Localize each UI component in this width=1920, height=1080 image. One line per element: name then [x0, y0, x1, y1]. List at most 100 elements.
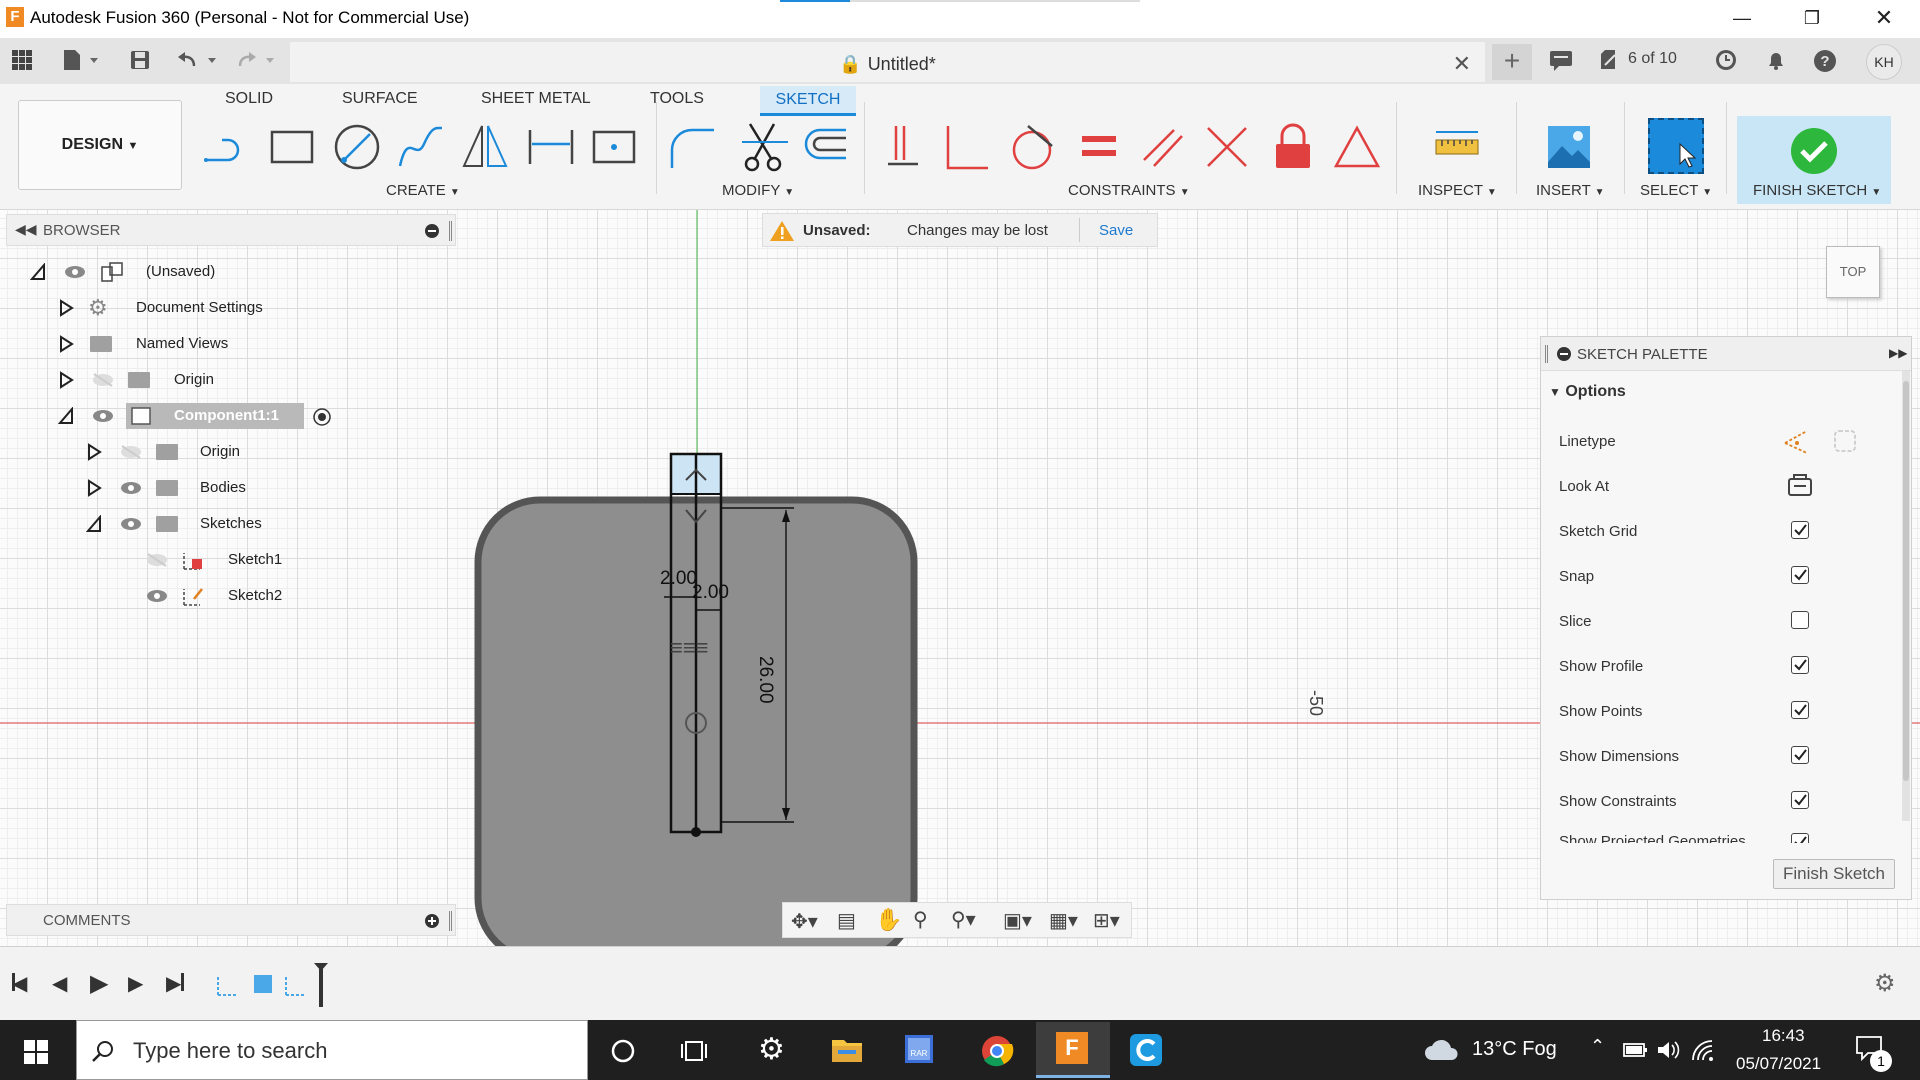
close-window-icon[interactable]: ✕ [1864, 4, 1904, 32]
offset-tool-icon[interactable] [800, 122, 850, 172]
sketch-grid-checkbox[interactable] [1791, 521, 1809, 539]
tab-sketch[interactable]: SKETCH [760, 86, 856, 116]
pan-hand-icon[interactable]: ✋ [875, 907, 902, 933]
job-status-count[interactable]: 6 of 10 [1628, 50, 1677, 68]
show-dimensions-checkbox[interactable] [1791, 746, 1809, 764]
look-at-camera-icon[interactable] [1787, 471, 1813, 497]
go-to-end-icon[interactable]: ▶ [166, 971, 181, 996]
tray-chevron-up-icon[interactable]: ⌃ [1590, 1036, 1605, 1057]
select-tool-icon[interactable] [1648, 118, 1704, 174]
spline-tool-icon[interactable] [396, 122, 446, 172]
document-tab[interactable]: 🔒 Untitled* ✕ [290, 42, 1485, 82]
tab-tools[interactable]: TOOLS [650, 90, 704, 108]
mirror-tool-icon[interactable] [460, 122, 510, 172]
fusion-taskbar-button[interactable]: F [1036, 1022, 1110, 1078]
tangent-constraint-icon[interactable] [1008, 122, 1058, 172]
chrome-icon[interactable] [980, 1034, 1014, 1068]
cortana-circle-icon[interactable] [610, 1038, 636, 1064]
options-section-toggle[interactable]: ▼ Options [1549, 383, 1626, 401]
task-view-icon[interactable] [680, 1038, 708, 1064]
pin-icon[interactable] [1557, 347, 1571, 361]
rectangle-tool-icon[interactable] [268, 122, 318, 172]
perpendicular-constraint-icon[interactable] [944, 122, 994, 172]
show-profile-checkbox[interactable] [1791, 656, 1809, 674]
fillet-tool-icon[interactable] [668, 122, 718, 172]
clock-time[interactable]: 16:43 [1762, 1026, 1805, 1046]
weather-text[interactable]: 13°C Fog [1472, 1038, 1557, 1061]
history-clock-icon[interactable] [1714, 48, 1738, 72]
taskbar-search-box[interactable]: Type here to search [76, 1020, 588, 1080]
step-forward-icon[interactable]: ▶ [128, 971, 143, 996]
volume-speaker-icon[interactable] [1656, 1038, 1682, 1062]
undo-icon[interactable] [176, 48, 220, 72]
finish-sketch-button[interactable]: FINISH SKETCH ▼ [1737, 116, 1891, 204]
tree-row-document-settings[interactable]: ⚙ Document Settings [54, 294, 354, 322]
midpoint-constraint-icon[interactable] [1202, 122, 1252, 172]
insert-image-icon[interactable] [1544, 122, 1594, 172]
dimension-width-2[interactable]: 2.00 [692, 582, 729, 604]
show-points-checkbox[interactable] [1791, 701, 1809, 719]
coincident-constraint-icon[interactable] [882, 122, 932, 172]
expand-double-arrow-icon[interactable]: ▶▶ [1889, 346, 1907, 360]
circle-tool-icon[interactable] [332, 122, 382, 172]
show-projected-geometries-checkbox[interactable] [1791, 833, 1809, 843]
wifi-icon[interactable] [1690, 1038, 1716, 1062]
user-avatar[interactable]: KH [1866, 44, 1902, 80]
orbit-icon[interactable]: ✥▾ [791, 909, 818, 934]
insert-menu[interactable]: INSERT ▼ [1536, 182, 1605, 199]
parallel-constraint-icon[interactable] [1138, 122, 1188, 172]
pin-icon[interactable] [425, 224, 439, 238]
timeline-marker[interactable] [314, 963, 328, 1007]
add-comment-icon[interactable] [425, 914, 439, 928]
tree-row-sketch1[interactable]: Sketch1 [144, 546, 344, 574]
windows-start-icon[interactable] [24, 1040, 48, 1064]
select-menu[interactable]: SELECT ▼ [1640, 182, 1712, 199]
scrollbar-thumb[interactable] [1903, 381, 1909, 781]
tree-row-component[interactable]: Component1:1 [54, 402, 354, 430]
tree-row-origin-2[interactable]: Origin [82, 438, 352, 466]
display-settings-icon[interactable]: ▣▾ [1003, 908, 1032, 933]
tab-solid[interactable]: SOLID [225, 90, 273, 108]
play-icon[interactable]: ▶ [90, 969, 108, 998]
viewcube[interactable]: TOP [1826, 246, 1880, 298]
fix-lock-icon[interactable] [1268, 122, 1318, 172]
symmetry-triangle-icon[interactable] [1332, 122, 1382, 172]
zoom-icon[interactable]: ⚲ [913, 907, 928, 932]
resize-handle[interactable] [449, 911, 452, 931]
dimension-tool-icon[interactable] [526, 122, 576, 172]
slice-checkbox[interactable] [1791, 611, 1809, 629]
show-constraints-checkbox[interactable] [1791, 791, 1809, 809]
tree-row-bodies[interactable]: Bodies [82, 474, 352, 502]
save-icon[interactable] [128, 48, 156, 72]
battery-icon[interactable] [1622, 1040, 1648, 1060]
close-tab-icon[interactable]: ✕ [1453, 51, 1471, 77]
resize-handle[interactable] [449, 221, 452, 241]
save-link[interactable]: Save [1099, 222, 1133, 239]
step-back-icon[interactable]: ◀ [52, 971, 67, 996]
viewports-icon[interactable]: ⊞▾ [1093, 908, 1120, 933]
timeline-settings-gear-icon[interactable]: ⚙ [1874, 969, 1896, 998]
constraints-menu[interactable]: CONSTRAINTS ▼ [1068, 182, 1190, 199]
tab-surface[interactable]: SURFACE [342, 90, 418, 108]
construction-linetype-icon[interactable] [1783, 427, 1811, 455]
settings-gear-icon[interactable]: ⚙ [758, 1032, 785, 1067]
tree-row-sketches[interactable]: Sketches [82, 510, 352, 538]
job-status-icon[interactable] [1598, 48, 1622, 72]
measure-ruler-icon[interactable] [1432, 122, 1482, 172]
equal-constraint-icon[interactable] [1074, 122, 1124, 172]
clock-date[interactable]: 05/07/2021 [1736, 1054, 1821, 1074]
create-menu[interactable]: CREATE ▼ [386, 182, 460, 199]
restore-icon[interactable]: ❐ [1792, 4, 1832, 32]
data-panel-grid-icon[interactable] [10, 48, 38, 72]
tab-sheet-metal[interactable]: SHEET METAL [481, 90, 591, 108]
help-icon[interactable]: ? [1812, 48, 1838, 74]
minimize-icon[interactable]: — [1722, 4, 1762, 32]
notifications-bell-icon[interactable] [1764, 48, 1788, 72]
workspace-switcher[interactable]: DESIGN ▼ [18, 100, 182, 190]
modify-menu[interactable]: MODIFY ▼ [722, 182, 794, 199]
winrar-icon[interactable]: RAR [902, 1032, 936, 1066]
tree-row-unsaved[interactable]: (Unsaved) [28, 258, 328, 286]
collapse-double-arrow-icon[interactable]: ◀◀ [15, 221, 37, 238]
resize-handle[interactable] [1545, 345, 1548, 363]
point-tool-icon[interactable] [590, 122, 640, 172]
